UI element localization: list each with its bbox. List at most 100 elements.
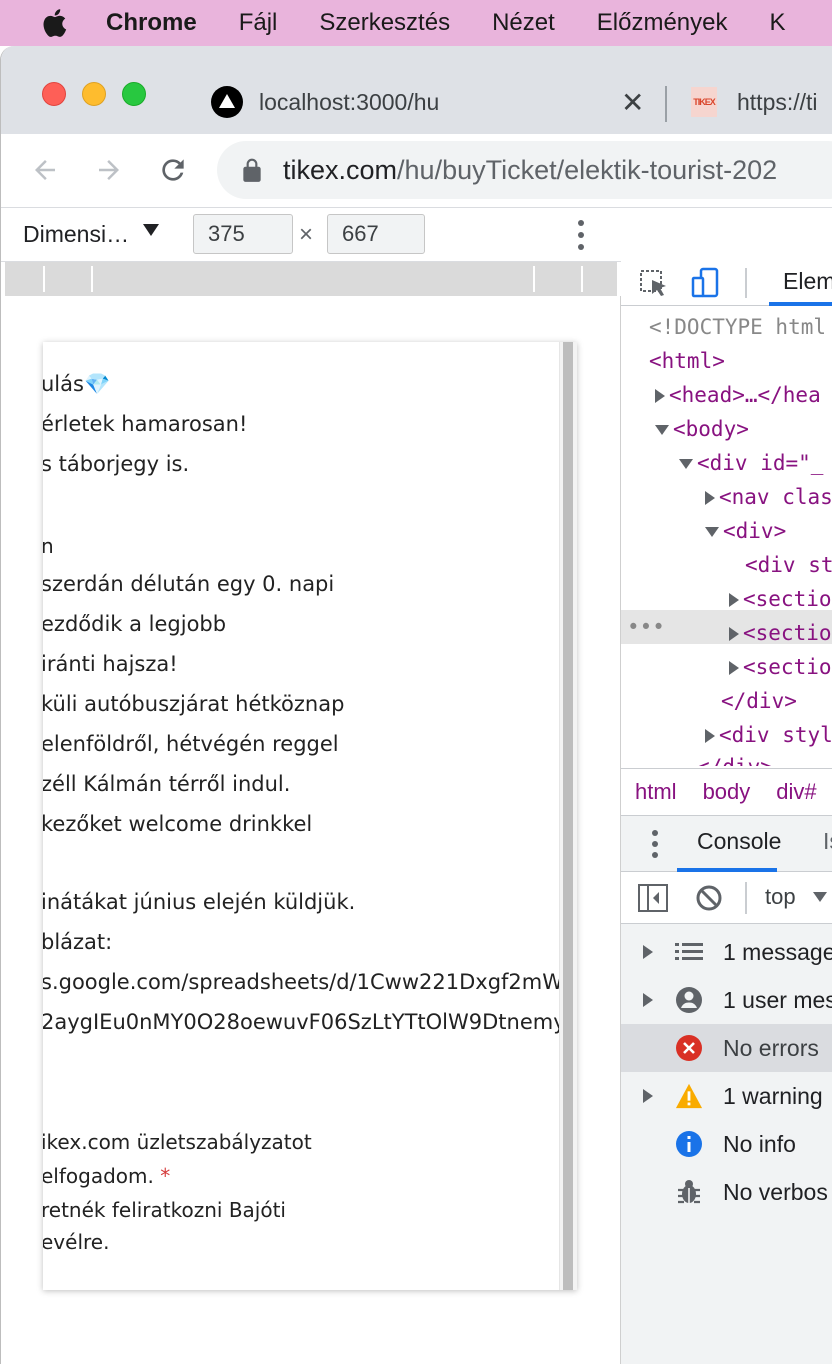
close-tab-icon[interactable]: ✕ (621, 86, 644, 119)
dom-node[interactable]: <div st (745, 548, 832, 582)
reload-button[interactable] (153, 150, 193, 190)
sidebar-item-user-messages[interactable]: 1 user mes (621, 976, 832, 1024)
expand-triangle-icon[interactable] (705, 491, 715, 505)
dom-node-selected[interactable]: <sectio (729, 616, 832, 650)
menu-view[interactable]: Nézet (492, 9, 555, 37)
dom-node[interactable]: <html> (649, 344, 725, 378)
arrow-right-icon (99, 160, 119, 180)
more-options-icon[interactable] (573, 220, 589, 250)
spreadsheet-link[interactable]: 2aygIEu0nMY0O28oewuvF06SzLtYTtOlW9Dtnemy… (43, 1010, 577, 1034)
emulated-viewport: ulás💎 érletek hamarosan! s táborjegy is.… (1, 296, 621, 1364)
breadcrumb-item[interactable]: div# (776, 779, 816, 805)
warning-icon (675, 1082, 703, 1110)
tab-tikex[interactable]: TIKEX https://ti (691, 70, 832, 134)
expand-triangle-icon[interactable] (705, 729, 715, 743)
sidebar-item-errors[interactable]: No errors (621, 1024, 832, 1072)
drawer-menu-icon[interactable] (647, 830, 663, 858)
caret-down-icon[interactable] (813, 892, 827, 902)
breadcrumb-item[interactable]: body (703, 779, 751, 805)
back-button[interactable] (25, 150, 65, 190)
browser-toolbar: tikex.com/hu/buyTicket/elektik-tourist-2… (1, 134, 832, 208)
dom-node[interactable]: </div> (697, 750, 773, 766)
dom-node[interactable]: <div id="_ (679, 446, 823, 480)
expand-triangle-icon[interactable] (655, 389, 665, 403)
close-window-button[interactable] (42, 82, 66, 106)
expand-triangle-icon[interactable] (643, 945, 653, 959)
minimize-window-button[interactable] (82, 82, 106, 106)
page-text-line: kezőket welcome drinkkel (43, 812, 313, 836)
forward-button[interactable] (89, 150, 129, 190)
page-text-line: zéll Kálmán térről indul. (43, 772, 291, 796)
spreadsheet-link[interactable]: s.google.com/spreadsheets/d/1Cww221Dxgf2… (43, 970, 577, 994)
zoom-window-button[interactable] (122, 82, 146, 106)
page-text-line: elenföldről, hétvégén reggel (43, 732, 339, 756)
newsletter-checkbox-label[interactable]: retnék feliratkozni Bajóti (43, 1198, 286, 1222)
dom-node[interactable]: <body> (655, 412, 749, 446)
device-toolbar: Dimensi… 375 × 667 (1, 208, 621, 262)
menu-chrome[interactable]: Chrome (106, 9, 197, 37)
dimension-times-label: × (299, 220, 314, 248)
sidebar-item-label: 1 user mes (723, 986, 832, 1013)
dom-node[interactable]: <sectio (729, 582, 832, 616)
sidebar-item-info[interactable]: No info (621, 1120, 832, 1168)
user-icon (675, 986, 703, 1014)
scrollbar-thumb[interactable] (563, 342, 573, 1290)
expand-triangle-icon[interactable] (729, 593, 739, 607)
url-path: /hu/buyTicket/elektik-tourist-202 (397, 154, 778, 185)
sidebar-item-label: No info (723, 1130, 796, 1157)
collapse-triangle-icon[interactable] (655, 425, 669, 435)
apple-icon[interactable] (40, 8, 68, 38)
dom-node[interactable]: <!DOCTYPE html (649, 310, 826, 344)
caret-down-icon[interactable] (143, 224, 159, 236)
expand-triangle-icon[interactable] (643, 1089, 653, 1103)
page-scrollbar[interactable] (559, 342, 577, 1290)
expand-triangle-icon[interactable] (729, 627, 739, 641)
dom-node[interactable]: <head>…</hea (655, 378, 821, 412)
device-width-input[interactable]: 375 (193, 214, 293, 254)
sidebar-item-warnings[interactable]: 1 warning (621, 1072, 832, 1120)
sidebar-item-messages[interactable]: 1 message (621, 928, 832, 976)
tab-localhost[interactable]: localhost:3000/hu ✕ (197, 70, 657, 134)
page-text-line: küli autóbuszjárat hétköznap (43, 692, 345, 716)
dom-node[interactable]: <nav clas (705, 480, 832, 514)
dom-node[interactable]: <sectio (729, 650, 832, 684)
address-bar[interactable]: tikex.com/hu/buyTicket/elektik-tourist-2… (217, 141, 832, 199)
dom-node[interactable]: <div> (705, 514, 786, 548)
sidebar-toggle-icon[interactable] (637, 883, 669, 913)
device-toolbar-toggle-icon[interactable] (689, 266, 723, 300)
dom-node[interactable]: <div styl (705, 718, 832, 752)
device-preset-select[interactable]: Dimensi… (23, 221, 129, 248)
toolbar-separator (745, 882, 747, 914)
expand-triangle-icon[interactable] (643, 993, 653, 1007)
lock-icon[interactable] (241, 157, 263, 183)
context-select[interactable]: top (765, 884, 796, 910)
menu-file[interactable]: Fájl (239, 9, 278, 37)
collapse-triangle-icon[interactable] (705, 527, 719, 537)
breadcrumb-item[interactable]: html (635, 779, 677, 805)
newsletter-checkbox-label[interactable]: evélre. (43, 1230, 109, 1254)
tab-console[interactable]: Console (697, 828, 781, 855)
inspect-element-icon[interactable] (637, 266, 671, 300)
terms-checkbox-label[interactable]: elfogadom. * (43, 1164, 170, 1188)
sidebar-item-verbose[interactable]: No verbos (621, 1168, 832, 1216)
sidebar-item-label: 1 message (723, 938, 832, 965)
page-text-line: érletek hamarosan! (43, 412, 248, 436)
device-height-input[interactable]: 667 (327, 214, 425, 254)
collapse-triangle-icon[interactable] (679, 459, 693, 469)
required-mark: * (160, 1164, 171, 1188)
tab-elements[interactable]: Elem (783, 268, 832, 295)
clear-console-icon[interactable] (695, 884, 723, 912)
tikex-favicon-icon: TIKEX (691, 87, 717, 117)
dom-node[interactable]: </div> (721, 684, 797, 718)
tab-title: https://ti (737, 88, 818, 115)
terms-checkbox-label[interactable]: ikex.com üzletszabályzatot (43, 1130, 312, 1154)
menu-edit[interactable]: Szerkesztés (319, 9, 450, 37)
page-text-line: szerdán délután egy 0. napi (43, 572, 335, 596)
media-query-ruler[interactable] (5, 262, 617, 296)
menu-history[interactable]: Előzmények (597, 9, 728, 37)
tab-issues[interactable]: Is (823, 828, 832, 855)
ellipsis-icon[interactable]: ••• (627, 610, 665, 644)
toolbar-separator (745, 268, 747, 298)
menu-more[interactable]: K (770, 9, 786, 37)
expand-triangle-icon[interactable] (729, 661, 739, 675)
